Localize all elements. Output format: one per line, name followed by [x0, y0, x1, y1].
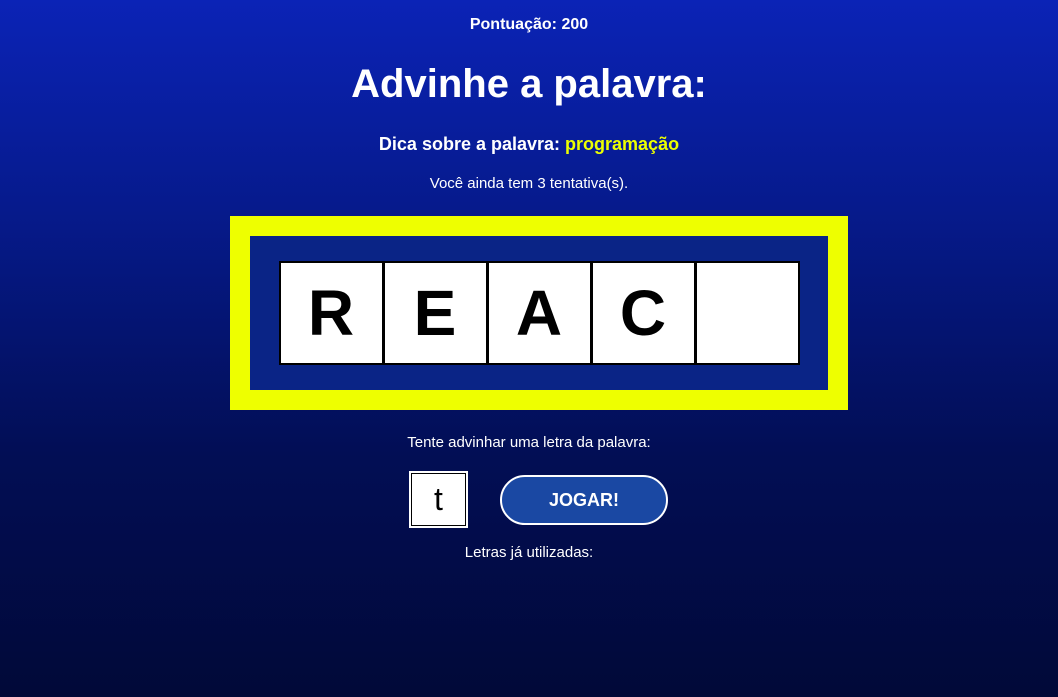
- score-value: 200: [561, 16, 589, 33]
- attempts-prefix: Você ainda tem: [429, 175, 534, 192]
- attempts-suffix: tentativa(s).: [549, 175, 629, 192]
- score-label: Pontuação:: [469, 16, 557, 33]
- used-letters-label: Letras já utilizadas:: [464, 544, 594, 561]
- letter-guess-input[interactable]: [409, 471, 468, 528]
- letter-tile-4: C: [592, 263, 694, 363]
- attempts-count: 3: [537, 175, 546, 192]
- page-title: Advinhe a palavra:: [351, 62, 707, 106]
- word-hint: Dica sobre a palavra: programação: [0, 134, 1058, 155]
- letter-tile-2: E: [384, 263, 486, 363]
- letter-tile-1: R: [280, 263, 382, 363]
- letter-tile-5: [696, 263, 798, 363]
- word-board-inner: R E A C: [250, 236, 828, 390]
- attempts-remaining: Você ainda tem 3 tentativa(s).: [0, 175, 1058, 192]
- score-display: Pontuação: 200: [0, 16, 1058, 34]
- hint-value: programação: [565, 134, 680, 154]
- word-board: R E A C: [230, 216, 848, 410]
- guess-prompt: Tente advinhar uma letra da palavra:: [407, 434, 651, 451]
- hint-label: Dica sobre a palavra:: [378, 134, 561, 154]
- letter-tile-3: A: [488, 263, 590, 363]
- used-letters: Letras já utilizadas:: [0, 544, 1058, 561]
- letter-tiles: R E A C: [278, 261, 800, 365]
- play-button[interactable]: JOGAR!: [500, 475, 668, 525]
